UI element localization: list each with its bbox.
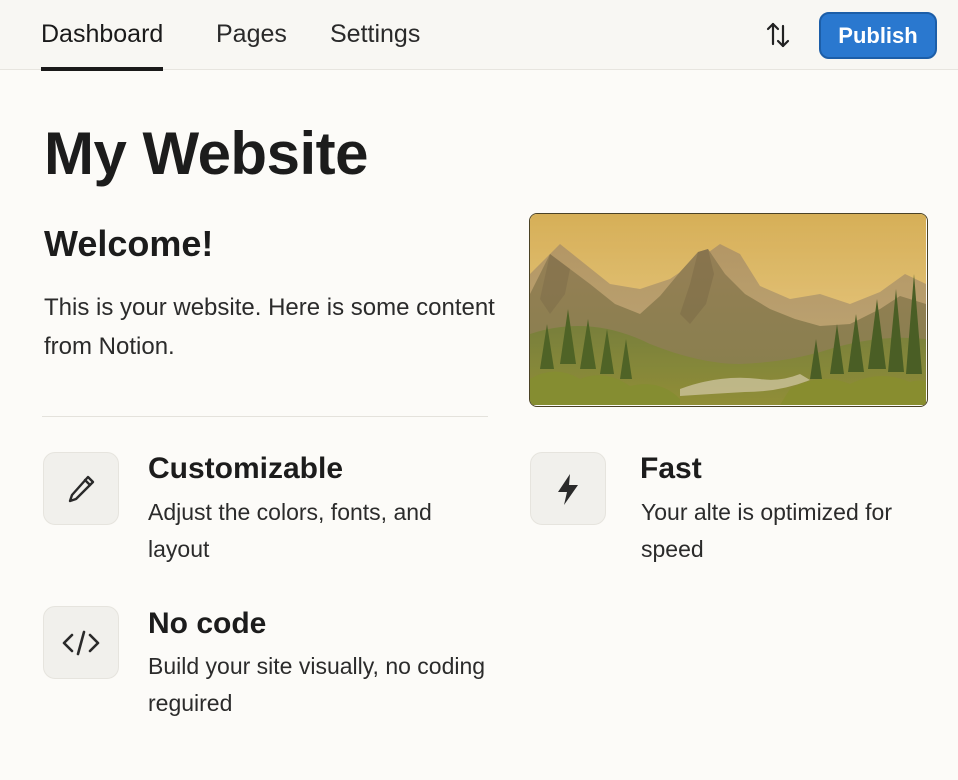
lightning-bolt-icon: [558, 473, 578, 505]
app-window: Dashboard Pages Settings Publish My Webs…: [0, 0, 958, 780]
feature-title-customizable: Customizable: [148, 452, 344, 485]
page-title: My Website: [44, 120, 368, 187]
hero-image: [529, 213, 928, 407]
top-navigation: Dashboard Pages Settings Publish: [0, 0, 958, 71]
tab-settings[interactable]: Settings: [330, 0, 420, 70]
arrows-up-down-icon: [766, 22, 790, 48]
active-tab-indicator: [41, 67, 164, 71]
section-divider: [42, 416, 488, 417]
welcome-heading: Welcome!: [44, 223, 214, 264]
tab-pages[interactable]: Pages: [216, 0, 287, 70]
fast-icon-tile: [530, 452, 606, 525]
sort-button[interactable]: [760, 17, 796, 53]
tab-dashboard-label: Dashboard: [41, 20, 164, 48]
customizable-icon-tile: [43, 452, 119, 525]
feature-title-fast: Fast: [640, 452, 702, 485]
mountain-landscape-image: [530, 214, 926, 405]
feature-desc-customizable: Adjust the colors, fonts, and layout: [148, 499, 432, 562]
tab-pages-label: Pages: [216, 20, 287, 48]
no-code-icon-tile: [43, 606, 119, 679]
feature-desc-fast: Your alte is optimized for speed: [641, 499, 893, 562]
tab-settings-label: Settings: [330, 20, 421, 48]
code-icon: [62, 630, 100, 655]
feature-title-no-code: No code: [148, 607, 267, 640]
publish-button[interactable]: Publish: [819, 12, 937, 59]
feature-desc-no-code: Build your site visually, no coding regu…: [148, 653, 486, 716]
intro-text: This is your website. Here is some conte…: [44, 294, 495, 360]
tab-dashboard[interactable]: Dashboard: [41, 0, 164, 71]
pencil-icon: [68, 475, 95, 502]
